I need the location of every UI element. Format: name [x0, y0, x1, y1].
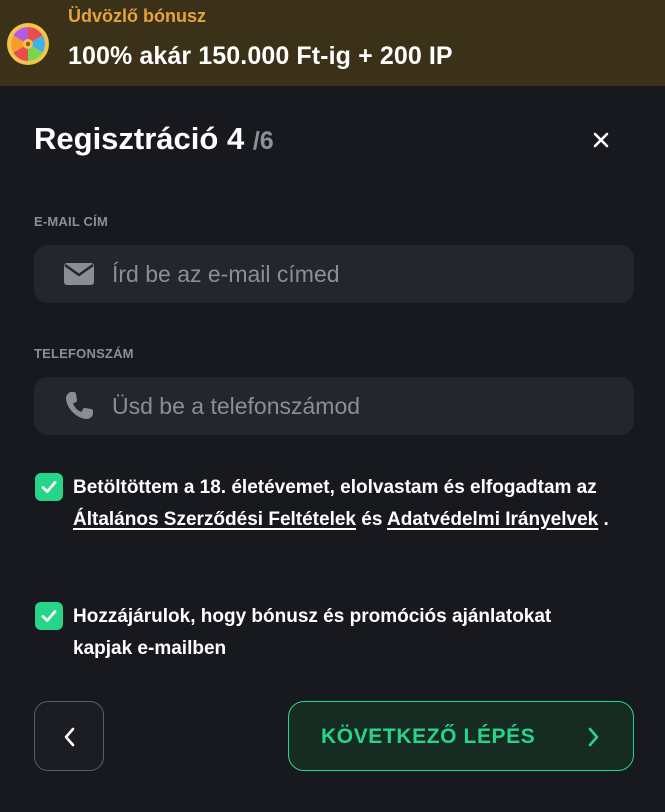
- phone-label: TELEFONSZÁM: [34, 346, 134, 361]
- page-title: Regisztráció 4 /6: [34, 121, 274, 157]
- phone-input[interactable]: [112, 377, 617, 435]
- terms-link[interactable]: Általános Szerződési Feltételek: [73, 509, 356, 530]
- age-consent-text: Betöltöttem a 18. életévemet, elolvastam…: [73, 472, 643, 536]
- title-text: Regisztráció 4: [34, 121, 245, 156]
- checkmark-icon: [41, 481, 57, 493]
- phone-icon: [66, 392, 93, 419]
- email-field-container[interactable]: [34, 245, 634, 303]
- age-consent-and: és: [361, 509, 383, 530]
- wheel-icon: [7, 23, 49, 65]
- age-consent-intro: Betöltöttem a 18. életévemet, elolvastam…: [73, 477, 597, 498]
- close-icon: [593, 132, 609, 148]
- chevron-right-icon: [588, 727, 599, 747]
- envelope-icon: [64, 263, 94, 285]
- checkmark-icon: [41, 610, 57, 622]
- email-label: E-MAIL CÍM: [34, 214, 108, 229]
- back-button[interactable]: [34, 701, 104, 771]
- age-consent-checkbox[interactable]: [35, 473, 63, 501]
- chevron-left-icon: [64, 727, 75, 747]
- banner-headline: 100% akár 150.000 Ft-ig + 200 IP: [68, 42, 453, 70]
- next-step-button[interactable]: KÖVETKEZŐ LÉPÉS: [288, 701, 634, 771]
- age-consent-period: .: [603, 509, 609, 530]
- welcome-bonus-banner[interactable]: Üdvözlő bónusz 100% akár 150.000 Ft-ig +…: [0, 0, 665, 86]
- privacy-link[interactable]: Adatvédelmi Irányelvek: [387, 509, 598, 530]
- marketing-consent-text: Hozzájárulok, hogy bónusz és promóciós a…: [73, 606, 552, 659]
- step-counter: /6: [252, 127, 274, 155]
- email-input[interactable]: [112, 245, 617, 303]
- banner-kicker: Üdvözlő bónusz: [68, 6, 206, 26]
- next-step-label: KÖVETKEZŐ LÉPÉS: [321, 725, 536, 748]
- marketing-consent-checkbox[interactable]: [35, 602, 63, 630]
- phone-field-container[interactable]: [34, 377, 634, 435]
- close-button[interactable]: [586, 125, 616, 155]
